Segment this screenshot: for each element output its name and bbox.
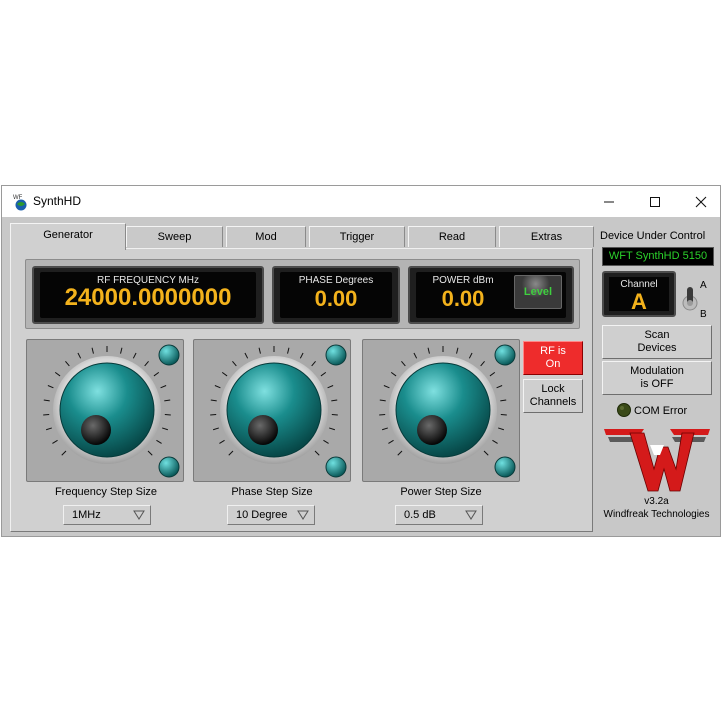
- com-status-text: COM Error: [634, 405, 688, 417]
- window-title: SynthHD: [33, 194, 82, 208]
- chevron-down-icon: [465, 510, 477, 520]
- power-step-dropdown[interactable]: 0.5 dB: [395, 505, 483, 525]
- switch-b-label: B: [700, 309, 707, 320]
- power-knob[interactable]: [363, 340, 521, 483]
- frequency-knob-panel: [26, 339, 184, 482]
- device-under-control-label: Device Under Control: [600, 230, 706, 242]
- com-status-led-icon: [617, 403, 631, 417]
- frequency-knob[interactable]: [27, 340, 185, 483]
- power-display-screen: POWER dBm 0.00 Level: [416, 272, 566, 318]
- tab-trigger[interactable]: Trigger: [309, 226, 405, 247]
- phase-display[interactable]: PHASE Degrees 0.00: [272, 266, 400, 324]
- maximize-icon: [650, 196, 660, 207]
- chevron-down-icon: [297, 510, 309, 520]
- channel-display: Channel A: [602, 271, 676, 317]
- frequency-display-screen: RF FREQUENCY MHz 24000.0000000: [40, 272, 256, 318]
- title-bar[interactable]: WF SynthHD: [2, 186, 720, 217]
- phase-display-screen: PHASE Degrees 0.00: [280, 272, 392, 318]
- device-panel: Device Under Control WFT SynthHD 5150 Ch…: [596, 223, 717, 532]
- app-window: WF SynthHD Generator Sweep Mod Trigger R…: [1, 185, 721, 537]
- power-value: 0.00: [441, 286, 485, 311]
- phase-step-dropdown[interactable]: 10 Degree: [227, 505, 315, 525]
- channel-display-screen: Channel A: [609, 277, 669, 314]
- minimize-button[interactable]: [586, 186, 632, 217]
- version-text: v3.2a: [644, 496, 669, 507]
- chevron-down-icon: [133, 510, 145, 520]
- modulation-button[interactable]: Modulation is OFF: [602, 361, 712, 395]
- channel-value: A: [631, 289, 647, 314]
- scan-devices-button[interactable]: Scan Devices: [602, 325, 712, 359]
- power-display[interactable]: POWER dBm 0.00 Level: [408, 266, 574, 324]
- phase-step-label: Phase Step Size: [231, 486, 313, 498]
- tab-bar: Generator Sweep Mod Trigger Read Extras: [10, 223, 596, 250]
- frequency-step-dropdown[interactable]: 1MHz: [63, 505, 151, 525]
- frequency-display[interactable]: RF FREQUENCY MHz 24000.0000000: [32, 266, 264, 324]
- generator-panel: RF FREQUENCY MHz 24000.0000000 PHASE Deg…: [10, 248, 593, 532]
- close-button[interactable]: [678, 186, 723, 217]
- phase-knob[interactable]: [194, 340, 352, 483]
- phase-step-value: 10 Degree: [236, 509, 288, 521]
- minimize-icon: [604, 201, 614, 202]
- display-strip: RF FREQUENCY MHz 24000.0000000 PHASE Deg…: [25, 259, 580, 329]
- power-step-label: Power Step Size: [400, 486, 482, 498]
- app-logo-icon: WF: [13, 195, 27, 211]
- frequency-step-label: Frequency Step Size: [54, 486, 158, 498]
- tab-extras[interactable]: Extras: [499, 226, 594, 247]
- phase-label: PHASE Degrees: [298, 275, 374, 286]
- tab-generator[interactable]: Generator: [10, 223, 126, 250]
- app-body: Generator Sweep Mod Trigger Read Extras …: [2, 217, 720, 536]
- switch-a-label: A: [700, 280, 707, 291]
- power-knob-panel: [362, 339, 520, 482]
- tab-mod[interactable]: Mod: [226, 226, 306, 247]
- tab-sweep[interactable]: Sweep: [126, 226, 223, 247]
- level-button[interactable]: Level: [514, 275, 562, 309]
- phase-value: 0.00: [314, 286, 358, 311]
- channel-toggle-switch[interactable]: [680, 283, 700, 315]
- frequency-value: 24000.0000000: [64, 284, 232, 311]
- close-icon: [695, 196, 707, 207]
- tab-read[interactable]: Read: [408, 226, 496, 247]
- phase-knob-panel: [193, 339, 351, 482]
- frequency-step-value: 1MHz: [72, 509, 101, 521]
- device-name-display[interactable]: WFT SynthHD 5150: [602, 247, 714, 266]
- windfreak-logo-icon: [604, 429, 710, 492]
- maximize-button[interactable]: [632, 186, 678, 217]
- power-label: POWER dBm: [432, 275, 494, 286]
- company-text: Windfreak Technologies: [603, 509, 710, 520]
- lock-channels-button[interactable]: Lock Channels: [523, 379, 583, 413]
- rf-toggle-button[interactable]: RF is On: [523, 341, 583, 375]
- power-step-value: 0.5 dB: [404, 509, 436, 521]
